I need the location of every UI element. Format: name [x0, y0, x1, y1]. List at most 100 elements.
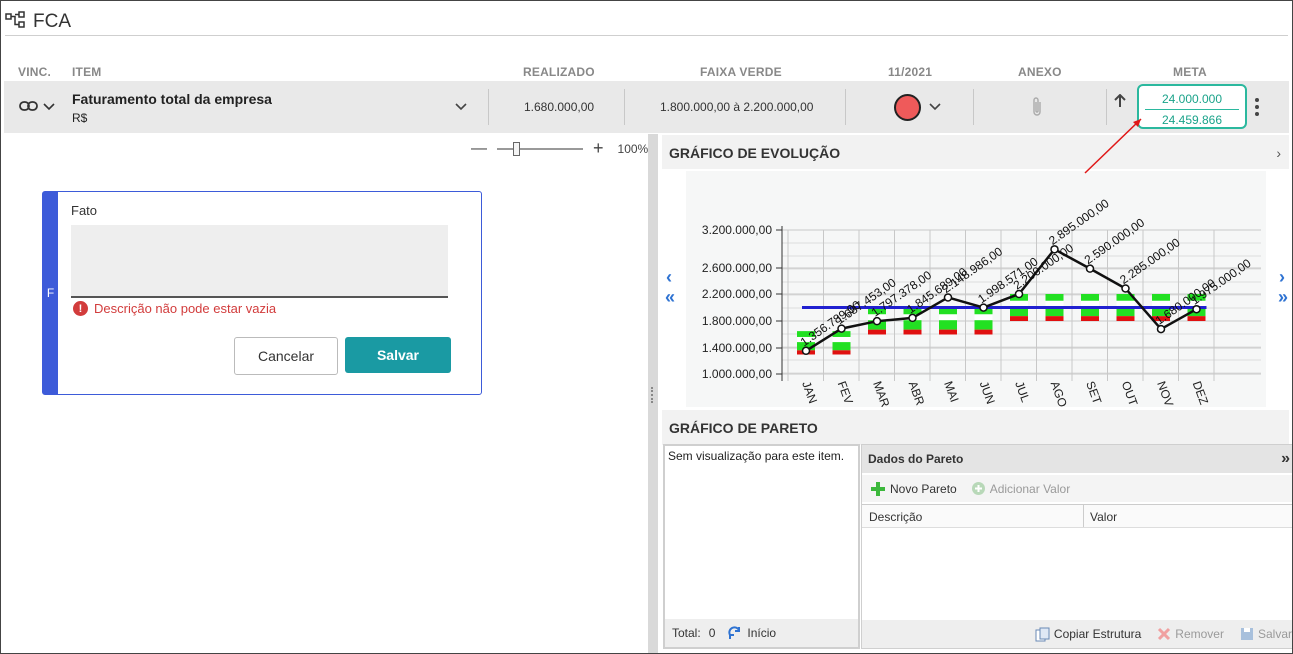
x-tick-label: DEZ [1190, 379, 1211, 406]
fato-input[interactable] [71, 225, 448, 298]
total-value: 0 [708, 626, 716, 640]
status-dropdown[interactable] [894, 81, 941, 133]
collapse-panel-icon[interactable]: » [1281, 450, 1290, 468]
novo-pareto-label: Novo Pareto [890, 481, 957, 496]
band-red [1010, 316, 1028, 321]
item-expand-button[interactable] [455, 81, 467, 133]
paperclip-icon [1033, 97, 1041, 116]
chevron-down-icon [455, 103, 467, 111]
zoom-slider-handle[interactable] [513, 141, 520, 156]
evolution-panel-header: GRÁFICO DE EVOLUÇÃO › [662, 135, 1289, 170]
y-tick-label: 2.600.000,00 [702, 261, 772, 275]
meta-projected-value: 24.459.866 [1161, 113, 1223, 127]
copiar-estrutura-button[interactable]: Copiar Estrutura [1035, 627, 1141, 642]
x-tick-label: MAI [941, 379, 961, 404]
adicionar-valor-label: Adicionar Valor [989, 481, 1071, 496]
zoom-control: — + 100% [471, 138, 648, 159]
remover-button[interactable]: Remover [1157, 627, 1224, 641]
realizado-value: 1.680.000,00 [524, 100, 595, 114]
hierarchy-icon [5, 10, 27, 34]
x-tick-label: NOV [1154, 379, 1176, 407]
pareto-columns: Descrição Valor [862, 504, 1292, 528]
zoom-out-button[interactable]: — [471, 140, 487, 158]
splitter-grip-icon [651, 387, 655, 403]
validation-error: ! Descrição não pode estar vazia [73, 301, 276, 316]
band-white [1010, 300, 1028, 307]
x-tick-label: FEV [835, 379, 856, 406]
chevron-down-icon [43, 100, 55, 114]
x-tick-label: MAR [870, 379, 892, 407]
x-tick-label: OUT [1119, 379, 1141, 407]
chart-plot-area: 3.200.000,00 2.600.000,00 2.200.000,00 1.80… [686, 171, 1266, 409]
chart-last-icon[interactable]: » [1278, 287, 1288, 308]
data-label: 2.895.000,00 [1046, 196, 1112, 248]
meta-box[interactable]: 24.000.000 24.459.866 [1137, 84, 1247, 129]
y-tick-label: 1.800.000,00 [702, 314, 772, 328]
column-divider [1083, 505, 1084, 527]
x-tick-label: ABR [906, 379, 928, 407]
remove-icon [1158, 627, 1171, 641]
column-divider [973, 89, 974, 125]
x-tick-label: JUL [1012, 379, 1033, 404]
band-red [1187, 316, 1206, 321]
title-bar: FCA [5, 9, 71, 35]
zoom-level: 100% [617, 141, 649, 156]
header-item: ITEM [72, 65, 102, 79]
copiar-estrutura-label: Copiar Estrutura [1053, 627, 1142, 641]
status-indicator [894, 93, 921, 121]
zoom-slider[interactable] [497, 141, 583, 156]
annotation-arrow [1084, 118, 1142, 174]
novo-pareto-button[interactable]: Novo Pareto [870, 481, 957, 497]
pareto-data-footer: Copiar Estrutura Remover Salvar [862, 620, 1292, 648]
arrow-up-icon [1114, 94, 1126, 107]
meta-value: 24.000.000 [1161, 92, 1223, 106]
band-red [939, 329, 957, 335]
salvar-button[interactable]: Salvar [1240, 627, 1292, 641]
meta-divider [1145, 109, 1239, 110]
panel-splitter[interactable] [648, 134, 658, 653]
inicio-button[interactable]: Início [727, 626, 776, 640]
x-tick-label: JUN [977, 379, 998, 406]
adicionar-valor-button[interactable]: Adicionar Valor [971, 481, 1070, 496]
band-red [832, 350, 851, 355]
error-message: Descrição não pode estar vazia [94, 301, 277, 316]
attachment-button[interactable] [1030, 81, 1044, 133]
x-tick-label: SET [1083, 379, 1104, 406]
chevron-down-icon [929, 103, 941, 111]
title-divider [5, 35, 1288, 36]
band-red [974, 329, 993, 335]
x-tick-label: AGO [1048, 379, 1070, 407]
x-tick-label: JAN [799, 379, 820, 405]
fato-card: F Fato ! Descrição não pode estar vazia … [42, 191, 482, 395]
link-icon [19, 100, 39, 115]
pareto-chart-panel: Sem visualização para este item. Total: … [663, 444, 860, 649]
chart-prev-icon[interactable]: ‹ [666, 267, 672, 288]
save-disk-icon [1240, 628, 1253, 640]
page-title: FCA [33, 11, 71, 32]
band-white [832, 336, 851, 343]
chart-next-icon[interactable]: › [1279, 267, 1285, 288]
band-white [1081, 300, 1099, 307]
y-tick-label: 2.200.000,00 [702, 287, 772, 301]
cancel-button[interactable]: Cancelar [234, 337, 338, 375]
salvar-label: Salvar [1257, 627, 1292, 641]
save-button[interactable]: Salvar [345, 337, 451, 373]
pareto-footer: Total: 0 Início [665, 619, 858, 647]
y-tick-label: 1.400.000,00 [702, 341, 772, 355]
band-red [1116, 316, 1135, 321]
pareto-panel-header: GRÁFICO DE PARETO [662, 410, 1289, 445]
copy-icon [1035, 627, 1050, 641]
band-white [974, 314, 993, 321]
vinc-dropdown[interactable] [19, 81, 55, 133]
band-white [939, 314, 957, 321]
chevron-right-icon[interactable]: › [1276, 145, 1281, 161]
column-valor: Valor [1090, 510, 1118, 524]
refresh-icon [728, 626, 741, 639]
header-realizado: REALIZADO [523, 65, 595, 79]
chart-first-icon[interactable]: « [665, 287, 675, 308]
fato-label: Fato [71, 203, 98, 218]
inicio-label: Início [747, 626, 777, 640]
zoom-in-button[interactable]: + [593, 138, 604, 159]
more-options-button[interactable] [1254, 81, 1260, 133]
header-anexo: ANEXO [1018, 65, 1062, 79]
